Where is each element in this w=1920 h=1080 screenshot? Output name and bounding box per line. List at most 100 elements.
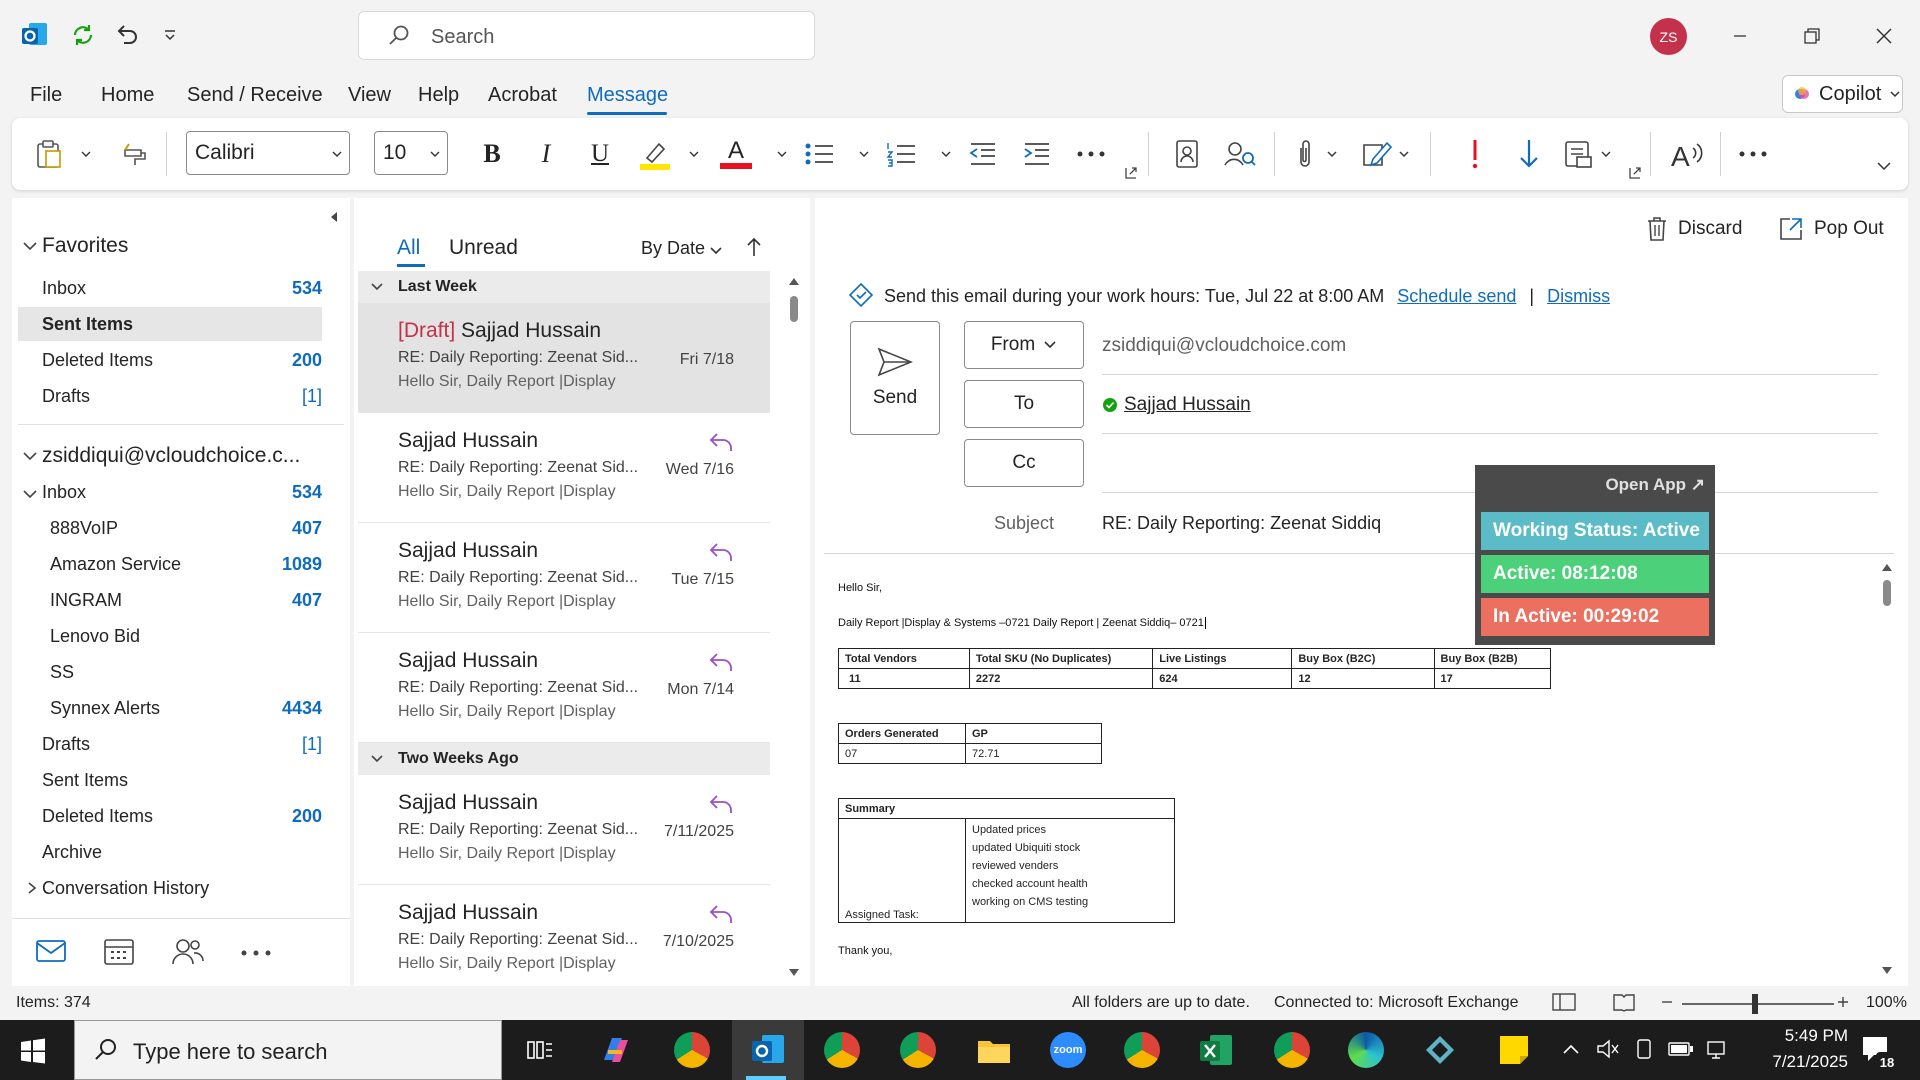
collapse-pane-icon[interactable]	[328, 210, 340, 224]
favorites-header[interactable]: Favorites	[42, 234, 128, 258]
signature-icon[interactable]	[1360, 136, 1394, 172]
tab-message[interactable]: Message	[587, 84, 668, 107]
avatar[interactable]: ZS	[1650, 18, 1687, 55]
underline-button[interactable]: U	[586, 136, 614, 172]
folder-inbox[interactable]: Inbox 534	[12, 475, 322, 509]
chrome-profile-icon[interactable]	[898, 1030, 938, 1070]
read-aloud-icon[interactable]: A	[1668, 136, 1706, 172]
folder-conversation-history[interactable]: Conversation History	[12, 871, 322, 905]
italic-button[interactable]: I	[532, 136, 560, 172]
group-header-two-weeks-ago[interactable]: Two Weeks Ago	[358, 743, 770, 775]
message-item[interactable]: Sajjad Hussain RE: Daily Reporting: Zeen…	[358, 633, 770, 743]
show-hidden-icons-icon[interactable]	[1562, 1042, 1580, 1056]
tab-file[interactable]: File	[30, 84, 62, 107]
paste-dropdown-icon[interactable]	[78, 136, 94, 172]
sort-by-date[interactable]: By Date	[641, 238, 705, 259]
chevron-down-icon[interactable]	[709, 243, 723, 257]
scroll-up-icon[interactable]	[788, 276, 800, 286]
account-header[interactable]: zsiddiqui@vcloudchoice.c...	[42, 444, 300, 468]
attach-dropdown-icon[interactable]	[1324, 136, 1340, 172]
zoom-in-icon[interactable]	[1836, 992, 1850, 1012]
folder-archive[interactable]: Archive	[12, 835, 322, 869]
to-field[interactable]: Sajjad Hussain	[1102, 394, 1251, 416]
dialog-launcher-icon[interactable]	[1124, 166, 1138, 180]
more-options-icon[interactable]	[1736, 136, 1770, 172]
zoom-out-icon[interactable]	[1660, 992, 1674, 1012]
chevron-down-icon[interactable]	[22, 238, 38, 254]
message-item[interactable]: Sajjad Hussain RE: Daily Reporting: Zeen…	[358, 413, 770, 523]
font-color-button[interactable]: A	[716, 136, 756, 172]
folder-drafts[interactable]: Drafts [1]	[12, 727, 322, 761]
sync-icon[interactable]	[68, 20, 98, 50]
send-button[interactable]: Send	[850, 321, 940, 435]
scroll-down-icon[interactable]	[788, 968, 800, 978]
numbering-dropdown-icon[interactable]	[938, 136, 954, 172]
bullets-dropdown-icon[interactable]	[856, 136, 872, 172]
signature-dropdown-icon[interactable]	[1396, 136, 1412, 172]
folder-amazon-service[interactable]: Amazon Service 1089	[12, 547, 322, 581]
high-importance-icon[interactable]	[1460, 136, 1490, 172]
restore-icon[interactable]	[1792, 18, 1832, 54]
taskbar-search-input[interactable]: Type here to search	[74, 1020, 502, 1080]
folder-sent-items[interactable]: Sent Items	[12, 763, 322, 797]
chevron-down-icon[interactable]	[22, 448, 38, 464]
customize-quick-access-icon[interactable]	[155, 20, 185, 50]
more-apps-icon[interactable]	[240, 949, 272, 957]
tab-acrobat[interactable]: Acrobat	[488, 84, 557, 107]
calendar-icon[interactable]	[104, 937, 134, 965]
network-icon[interactable]	[1706, 1038, 1732, 1060]
tab-home[interactable]: Home	[101, 84, 154, 107]
undo-icon[interactable]	[112, 20, 142, 50]
message-item[interactable]: [Draft] Sajjad Hussain RE: Daily Reporti…	[358, 303, 770, 413]
chrome-profile-icon[interactable]	[1272, 1030, 1312, 1070]
chrome-profile-icon[interactable]	[822, 1030, 862, 1070]
favorite-item-sent-items[interactable]: Sent Items	[18, 307, 322, 341]
file-explorer-icon[interactable]	[974, 1030, 1014, 1070]
windows-start-icon[interactable]	[20, 1038, 46, 1064]
templates-dropdown-icon[interactable]	[1598, 136, 1614, 172]
folder-deleted-items[interactable]: Deleted Items 200	[12, 799, 322, 833]
font-name-select[interactable]: Calibri	[186, 131, 350, 175]
bold-button[interactable]: B	[478, 136, 506, 172]
people-icon[interactable]	[172, 937, 204, 965]
from-button[interactable]: From	[964, 321, 1084, 369]
chrome-icon[interactable]	[672, 1030, 712, 1070]
schedule-send-link[interactable]: Schedule send	[1397, 286, 1516, 306]
message-item[interactable]: Sajjad Hussain RE: Daily Reporting: Zeen…	[358, 523, 770, 633]
minimize-icon[interactable]	[1720, 18, 1760, 54]
favorite-item-drafts[interactable]: Drafts [1]	[12, 379, 322, 413]
more-formatting-icon[interactable]	[1074, 136, 1108, 172]
folder-888voip[interactable]: 888VoIP 407	[12, 511, 322, 545]
recipient-token[interactable]: Sajjad Hussain	[1124, 394, 1251, 416]
message-item[interactable]: Sajjad Hussain RE: Daily Reporting: Zeen…	[358, 775, 770, 885]
low-importance-icon[interactable]	[1514, 136, 1544, 172]
discard-button[interactable]: Discard	[1646, 216, 1742, 242]
bullets-icon[interactable]	[802, 136, 836, 172]
folder-ss[interactable]: SS	[12, 655, 322, 689]
normal-view-icon[interactable]	[1552, 992, 1576, 1012]
font-color-dropdown-icon[interactable]	[774, 136, 790, 172]
tab-help[interactable]: Help	[418, 84, 459, 107]
decrease-indent-icon[interactable]	[966, 136, 1000, 172]
folder-ingram[interactable]: INGRAM 407	[12, 583, 322, 617]
subject-field[interactable]: RE: Daily Reporting: Zeenat Siddiq	[1102, 513, 1381, 534]
collapse-ribbon-icon[interactable]	[1876, 160, 1892, 172]
copilot-button[interactable]: Copilot	[1782, 75, 1903, 113]
increase-indent-icon[interactable]	[1020, 136, 1054, 172]
templates-icon[interactable]	[1562, 136, 1596, 172]
body-scrollbar[interactable]	[1883, 580, 1891, 606]
filter-tab-all[interactable]: All	[397, 236, 420, 260]
copilot-app-icon[interactable]	[596, 1030, 636, 1070]
clock-date[interactable]: 7/21/2025	[1748, 1052, 1848, 1072]
edge-icon[interactable]	[1346, 1030, 1386, 1070]
sort-direction-icon[interactable]	[746, 236, 762, 258]
folder-lenovo-bid[interactable]: Lenovo Bid	[12, 619, 322, 653]
search-input[interactable]: Search	[358, 11, 815, 60]
message-list-scrollbar[interactable]	[790, 296, 798, 322]
dismiss-link[interactable]: Dismiss	[1547, 286, 1610, 306]
pop-out-button[interactable]: Pop Out	[1778, 216, 1884, 242]
tab-view[interactable]: View	[348, 84, 391, 107]
message-item[interactable]: Sajjad Hussain RE: Daily Reporting: Zeen…	[358, 885, 770, 985]
excel-icon[interactable]	[1196, 1030, 1236, 1070]
folder-synnex-alerts[interactable]: Synnex Alerts 4434	[12, 691, 322, 725]
